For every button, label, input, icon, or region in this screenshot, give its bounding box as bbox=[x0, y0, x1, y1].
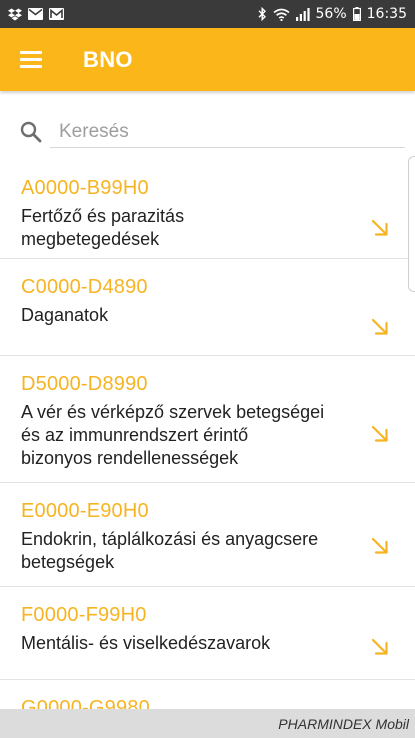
arrow-down-right-icon bbox=[370, 424, 390, 449]
status-bar: 56% 16:35 bbox=[0, 0, 415, 28]
category-description: Fertőző és parazitás megbetegedések bbox=[21, 206, 185, 249]
category-code: G0000-G9980 bbox=[21, 697, 150, 709]
clock: 16:35 bbox=[366, 6, 407, 22]
list-item[interactable]: F0000-F99H0 Mentális- és viselkedészavar… bbox=[0, 587, 415, 680]
battery-percent: 56% bbox=[315, 6, 347, 22]
category-description: Mentális- és viselkedészavarok bbox=[21, 633, 271, 653]
bno-category-list: A0000-B99H0 Fertőző és parazitás megbete… bbox=[0, 160, 415, 709]
search-icon[interactable] bbox=[20, 121, 42, 148]
arrow-down-right-icon bbox=[370, 637, 390, 662]
notification-icons bbox=[8, 8, 64, 21]
dropbox-icon bbox=[8, 8, 22, 21]
gmail-icon bbox=[49, 8, 64, 20]
footer-bar: PHARMINDEX Mobil bbox=[0, 709, 415, 738]
list-item[interactable]: G0000-G9980 bbox=[0, 680, 415, 709]
system-indicators: 56% 16:35 bbox=[258, 6, 407, 22]
list-item[interactable]: A0000-B99H0 Fertőző és parazitás megbete… bbox=[0, 160, 415, 259]
search-bar bbox=[0, 91, 415, 160]
list-item[interactable]: C0000-D4890 Daganatok bbox=[0, 259, 415, 356]
battery-icon bbox=[352, 7, 361, 21]
wifi-icon bbox=[273, 8, 290, 21]
category-description: Daganatok bbox=[21, 305, 109, 325]
list-item[interactable]: E0000-E90H0 Endokrin, táplálkozási és an… bbox=[0, 483, 415, 587]
category-code: D5000-D8990 bbox=[21, 373, 148, 395]
hamburger-menu-icon[interactable] bbox=[20, 48, 52, 72]
category-code: A0000-B99H0 bbox=[21, 177, 149, 199]
arrow-down-right-icon bbox=[370, 317, 390, 342]
app-bar: BNO bbox=[0, 28, 415, 91]
mail-icon bbox=[28, 8, 43, 20]
bluetooth-icon bbox=[258, 7, 267, 21]
arrow-down-right-icon bbox=[370, 218, 390, 243]
brand-label: PHARMINDEX Mobil bbox=[278, 715, 409, 732]
page-title: BNO bbox=[83, 46, 133, 72]
search-input[interactable] bbox=[50, 116, 405, 148]
category-code: E0000-E90H0 bbox=[21, 500, 149, 522]
category-description: Endokrin, táplálkozási és anyagcsere bet… bbox=[21, 529, 319, 572]
category-code: F0000-F99H0 bbox=[21, 604, 147, 626]
signal-icon bbox=[295, 7, 310, 21]
category-description: A vér és vérképző szervek betegségei és … bbox=[21, 402, 325, 468]
category-code: C0000-D4890 bbox=[21, 276, 148, 298]
scrollbar-handle[interactable] bbox=[408, 156, 415, 292]
list-item[interactable]: D5000-D8990 A vér és vérképző szervek be… bbox=[0, 356, 415, 483]
arrow-down-right-icon bbox=[370, 536, 390, 561]
